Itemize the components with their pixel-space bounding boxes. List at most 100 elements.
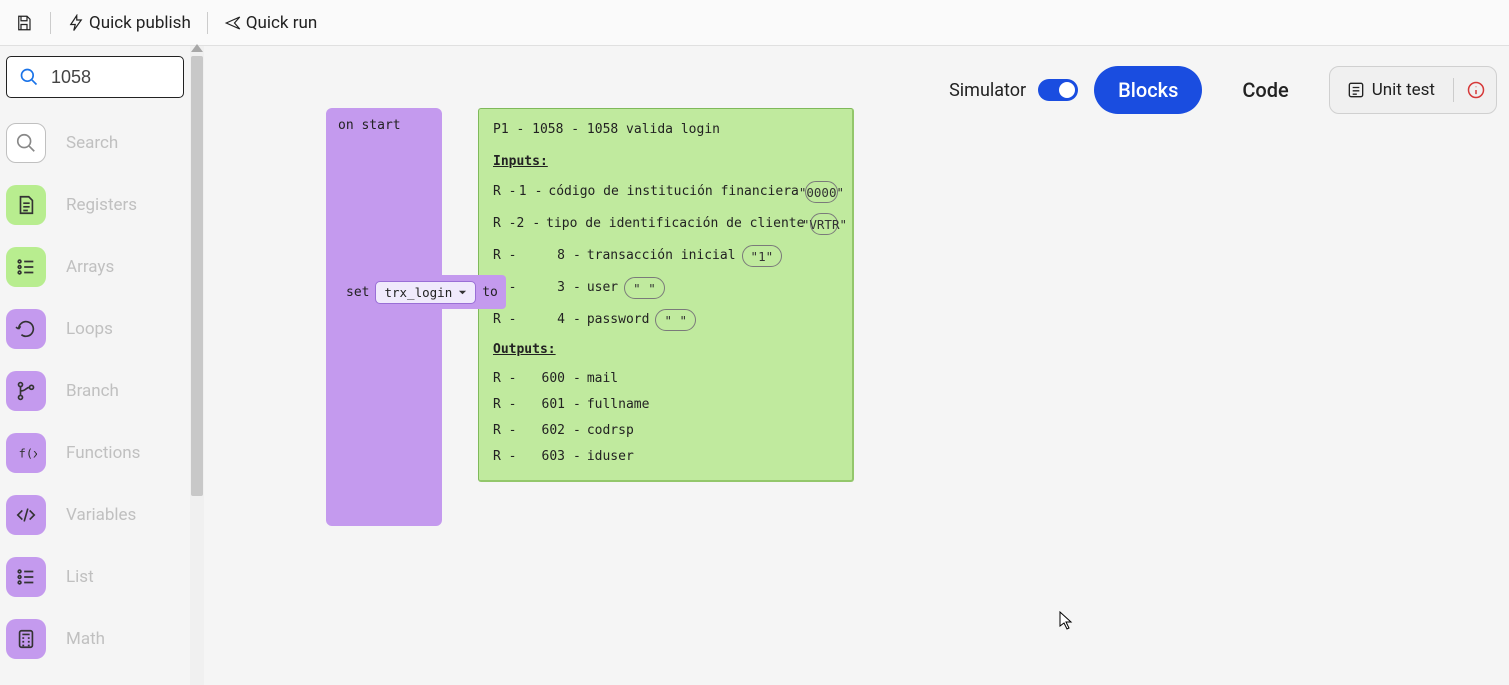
unit-test-button[interactable]: Unit test — [1329, 66, 1497, 114]
value-input[interactable]: "0000" — [805, 181, 838, 203]
calculator-icon — [15, 628, 37, 650]
blocks-label: Blocks — [1118, 78, 1178, 102]
register-desc: codrsp — [587, 422, 634, 440]
variable-dropdown[interactable]: trx_login — [375, 281, 476, 304]
toolbar-divider — [50, 12, 51, 34]
input-row: R - 3 - user " " — [493, 277, 838, 299]
register-desc: código de institución financiera — [548, 183, 798, 201]
category-label: Registers — [66, 195, 137, 215]
code-icon — [15, 504, 37, 526]
category-arrays[interactable]: Arrays — [6, 236, 184, 298]
send-icon — [224, 14, 242, 32]
register-desc: user — [587, 279, 618, 297]
register-number: 4 — [535, 311, 573, 329]
quick-run-label: Quick run — [242, 13, 317, 33]
register-prefix: R - — [493, 183, 516, 201]
register-number: 600 — [535, 370, 573, 388]
input-row: R - 8 - transacción inicial "1" — [493, 245, 838, 267]
toolbar-divider — [207, 12, 208, 34]
value-input[interactable]: "1" — [742, 245, 783, 267]
register-prefix: R - — [493, 311, 535, 329]
info-icon — [1466, 80, 1486, 100]
blocks-mode-button[interactable]: Blocks — [1094, 66, 1202, 114]
category-label: Functions — [66, 443, 140, 463]
scroll-thumb[interactable] — [191, 56, 203, 496]
output-row: R - 601 - fullname — [493, 396, 838, 414]
function-icon: f(x) — [15, 442, 37, 464]
register-desc: tipo de identificación de cliente — [546, 215, 804, 233]
value-input[interactable]: " " — [655, 309, 696, 331]
register-number: 601 — [535, 396, 573, 414]
main-area: Search Registers Arrays Loops Branch f(x… — [0, 46, 1509, 685]
document-icon — [15, 194, 37, 216]
register-desc: fullname — [587, 396, 650, 414]
set-keyword: set — [346, 285, 369, 300]
on-start-header: on start — [326, 108, 442, 143]
output-row: R - 603 - iduser — [493, 448, 838, 466]
checklist-icon — [1346, 80, 1366, 100]
category-loops[interactable]: Loops — [6, 298, 184, 360]
panel-title: P1 - 1058 - 1058 valida login — [493, 121, 838, 139]
sidebar: Search Registers Arrays Loops Branch f(x… — [0, 46, 190, 685]
category-functions[interactable]: f(x) Functions — [6, 422, 184, 484]
value-input[interactable]: " " — [624, 277, 665, 299]
chevron-down-icon — [458, 288, 467, 297]
register-number: 603 — [535, 448, 573, 466]
category-label: Math — [66, 629, 105, 649]
category-registers[interactable]: Registers — [6, 174, 184, 236]
register-number: 3 — [535, 279, 573, 297]
top-toolbar: Quick publish Quick run — [0, 0, 1509, 46]
separator: - — [573, 247, 587, 265]
loop-icon — [15, 318, 37, 340]
scroll-up-arrow[interactable] — [191, 44, 203, 52]
simulator-toggle-group: Simulator — [949, 79, 1078, 101]
register-number: 2 — [516, 215, 532, 233]
quick-run-button[interactable]: Quick run — [218, 7, 323, 39]
on-start-block[interactable]: on start — [326, 108, 442, 526]
separator: - — [573, 396, 587, 414]
toggle-knob — [1059, 82, 1075, 98]
register-desc: mail — [587, 370, 618, 388]
category-label: Search — [66, 133, 118, 153]
block-canvas[interactable]: Simulator Blocks Code Unit test — [204, 46, 1509, 685]
category-label: Variables — [66, 505, 136, 525]
separator: - — [573, 370, 587, 388]
canvas-top-controls: Simulator Blocks Code Unit test — [949, 66, 1497, 114]
code-mode-button[interactable]: Code — [1218, 66, 1312, 114]
register-prefix: R - — [493, 448, 535, 466]
simulator-toggle[interactable] — [1038, 79, 1078, 101]
search-box[interactable] — [6, 56, 184, 98]
separator: - — [573, 422, 587, 440]
register-prefix: R - — [493, 247, 535, 265]
save-button[interactable] — [8, 7, 40, 39]
set-variable-block[interactable]: set trx_login to — [338, 275, 506, 309]
category-search[interactable]: Search — [6, 112, 184, 174]
register-desc: iduser — [587, 448, 634, 466]
output-row: R - 600 - mail — [493, 370, 838, 388]
list-icon — [15, 566, 37, 588]
category-math[interactable]: Math — [6, 608, 184, 670]
register-desc: transacción inicial — [587, 247, 736, 265]
quick-publish-button[interactable]: Quick publish — [61, 7, 197, 39]
transaction-panel[interactable]: P1 - 1058 - 1058 valida login Inputs: R … — [478, 108, 854, 482]
inputs-header: Inputs: — [493, 153, 838, 171]
category-variables[interactable]: Variables — [6, 484, 184, 546]
bolt-icon — [67, 14, 85, 32]
category-list[interactable]: List — [6, 546, 184, 608]
input-row: R - 2 - tipo de identificación de client… — [493, 213, 838, 235]
register-prefix: R - — [493, 370, 535, 388]
input-row: R - 1 - código de institución financiera… — [493, 181, 838, 203]
category-label: Loops — [66, 319, 113, 339]
separator: - — [573, 279, 587, 297]
category-branch[interactable]: Branch — [6, 360, 184, 422]
separator: - — [535, 183, 549, 201]
to-keyword: to — [482, 285, 498, 300]
value-input[interactable]: "VRTR" — [810, 213, 838, 235]
category-label: Arrays — [66, 257, 114, 277]
search-input[interactable] — [51, 67, 171, 88]
input-row: R - 4 - password " " — [493, 309, 838, 331]
unit-test-label: Unit test — [1372, 80, 1441, 100]
category-label: Branch — [66, 381, 119, 401]
simulator-label: Simulator — [949, 80, 1026, 101]
sidebar-scrollbar[interactable] — [190, 46, 204, 685]
